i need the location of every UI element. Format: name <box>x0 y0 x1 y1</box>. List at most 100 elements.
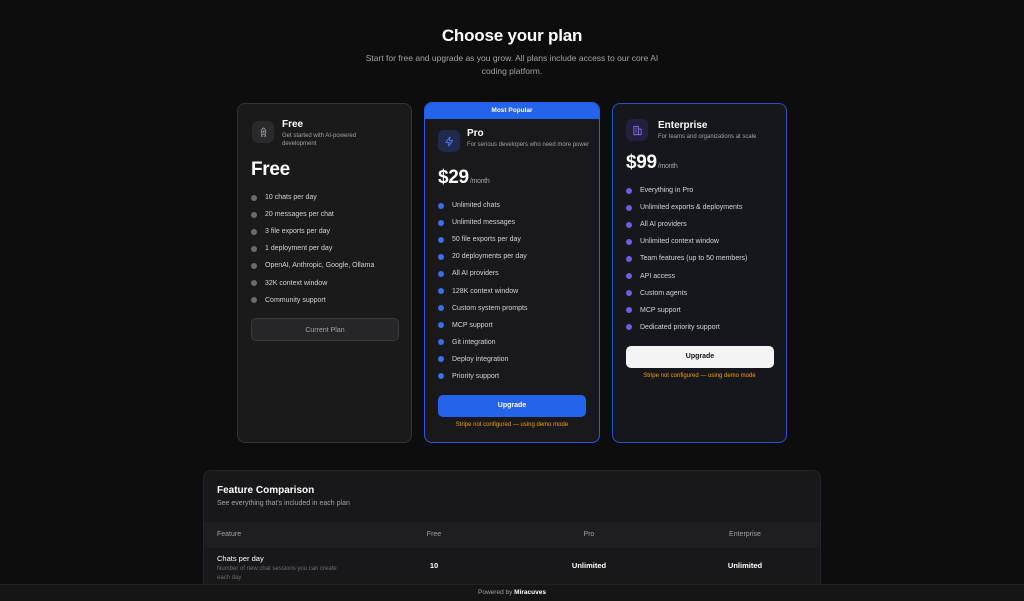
feature-label: OpenAI, Anthropic, Google, Ollama <box>265 262 375 270</box>
feature-label: All AI providers <box>640 221 687 229</box>
stripe-warning: Stripe not configured — using demo mode <box>643 373 756 379</box>
footer-brand: Miracuves <box>514 589 546 596</box>
bullet-icon <box>626 221 632 228</box>
lightning-icon <box>438 130 460 152</box>
building-icon <box>626 119 648 141</box>
feature-label: Team features (up to 50 members) <box>640 255 748 263</box>
bullet-icon <box>438 373 444 380</box>
stripe-warning: Stripe not configured — using demo mode <box>455 422 569 428</box>
plan-card-pro: Most Popular Pro For serious developers … <box>424 102 600 443</box>
feature-item: All AI providers <box>438 265 527 282</box>
feature-item: 3 file exports per day <box>251 223 374 240</box>
bullet-icon <box>438 305 444 312</box>
feature-label: Priority support <box>452 372 500 380</box>
feature-label: Custom agents <box>640 289 688 297</box>
most-popular-badge: Most Popular <box>425 103 599 119</box>
comparison-title: Feature Comparison <box>217 485 315 496</box>
feature-item: 20 messages per chat <box>251 206 374 223</box>
cell-free: 10 <box>429 561 439 570</box>
feature-item: Git integration <box>438 334 527 351</box>
row-feature-description: Number of new chat sessions you can crea… <box>217 566 337 581</box>
feature-label: 20 deployments per day <box>452 253 527 261</box>
feature-label: Everything in Pro <box>640 187 694 195</box>
bullet-icon <box>251 280 257 287</box>
bullet-icon <box>251 297 257 304</box>
column-header-enterprise: Enterprise <box>729 531 761 538</box>
feature-label: Unlimited messages <box>452 219 516 227</box>
feature-label: 10 chats per day <box>265 194 317 202</box>
plan-card-free: Free Get started with AI-powered develop… <box>237 103 412 443</box>
plan-name: Pro <box>467 128 484 139</box>
plan-card-enterprise: Enterprise For teams and organizations a… <box>612 103 787 443</box>
feature-list: Unlimited chats Unlimited messages 50 file… <box>438 197 527 385</box>
feature-label: All AI providers <box>452 270 499 278</box>
plan-description: Get started with AI-powered development <box>282 133 357 147</box>
feature-item: Team features (up to 50 members) <box>626 250 747 267</box>
feature-comparison: Feature Comparison See everything that's… <box>203 470 821 601</box>
upgrade-button[interactable]: Upgrade <box>626 346 774 368</box>
feature-item: MCP support <box>626 302 747 319</box>
feature-label: API access <box>640 272 676 280</box>
feature-label: Custom system prompts <box>452 304 528 312</box>
bullet-icon <box>251 245 257 252</box>
plan-name: Enterprise <box>658 120 708 131</box>
feature-label: 50 file exports per day <box>452 236 521 244</box>
feature-item: Everything in Pro <box>626 182 747 199</box>
feature-item: Deploy integration <box>438 351 527 368</box>
feature-label: MCP support <box>640 306 681 314</box>
feature-item: 10 chats per day <box>251 189 374 206</box>
feature-label: Deploy integration <box>452 355 509 363</box>
bullet-icon <box>438 288 444 295</box>
current-plan-button[interactable]: Current Plan <box>251 318 399 341</box>
bullet-icon <box>251 194 257 201</box>
column-header-free: Free <box>426 531 442 538</box>
upgrade-button[interactable]: Upgrade <box>438 395 586 417</box>
footer-prefix: Powered by <box>478 589 513 596</box>
feature-item: 32K context window <box>251 274 374 291</box>
comparison-header: Feature Free Pro Enterprise <box>204 522 820 548</box>
plan-price: $99/month <box>626 152 678 173</box>
comparison-subtitle: See everything that's included in each p… <box>217 500 350 507</box>
bullet-icon <box>626 307 632 314</box>
feature-label: Unlimited context window <box>640 238 719 246</box>
feature-label: 128K context window <box>452 287 519 295</box>
feature-item: All AI providers <box>626 216 747 233</box>
feature-item: Custom system prompts <box>438 300 527 317</box>
bullet-icon <box>438 322 444 329</box>
feature-label: Dedicated priority support <box>640 323 720 331</box>
footer: Powered by Miracuves <box>0 584 1024 601</box>
column-header-feature: Feature <box>217 531 242 538</box>
rocket-icon <box>252 121 274 143</box>
bullet-icon <box>626 204 632 211</box>
feature-item: 1 deployment per day <box>251 240 374 257</box>
feature-item: Priority support <box>438 368 527 385</box>
column-header-pro: Pro <box>583 531 595 538</box>
bullet-icon <box>626 273 632 280</box>
feature-item: 20 deployments per day <box>438 248 527 265</box>
feature-item: OpenAI, Anthropic, Google, Ollama <box>251 257 374 274</box>
bullet-icon <box>438 339 444 346</box>
bullet-icon <box>438 270 444 277</box>
plan-price: Free <box>251 159 290 180</box>
feature-item: Community support <box>251 292 374 309</box>
feature-list: Everything in Pro Unlimited exports & dep… <box>626 182 747 336</box>
bullet-icon <box>438 356 444 363</box>
feature-item: Dedicated priority support <box>626 319 747 336</box>
bullet-icon <box>626 187 632 194</box>
feature-label: Unlimited chats <box>452 202 500 210</box>
feature-item: 128K context window <box>438 282 527 299</box>
bullet-icon <box>438 253 444 260</box>
bullet-icon <box>626 238 632 245</box>
feature-item: Custom agents <box>626 285 747 302</box>
plan-name: Free <box>282 119 304 130</box>
bullet-icon <box>251 228 257 235</box>
bullet-icon <box>251 262 257 269</box>
cell-enterprise: Unlimited <box>727 561 763 570</box>
plan-description: For teams and organizations at scale <box>658 134 757 140</box>
feature-item: Unlimited context window <box>626 233 747 250</box>
bullet-icon <box>626 255 632 262</box>
plan-description: For serious developers who need more pow… <box>467 142 590 148</box>
plan-price: $29/month <box>438 167 490 188</box>
table-row: Chats per day Number of new chat session… <box>204 548 820 588</box>
feature-list: 10 chats per day 20 messages per chat 3 fi… <box>251 189 374 309</box>
